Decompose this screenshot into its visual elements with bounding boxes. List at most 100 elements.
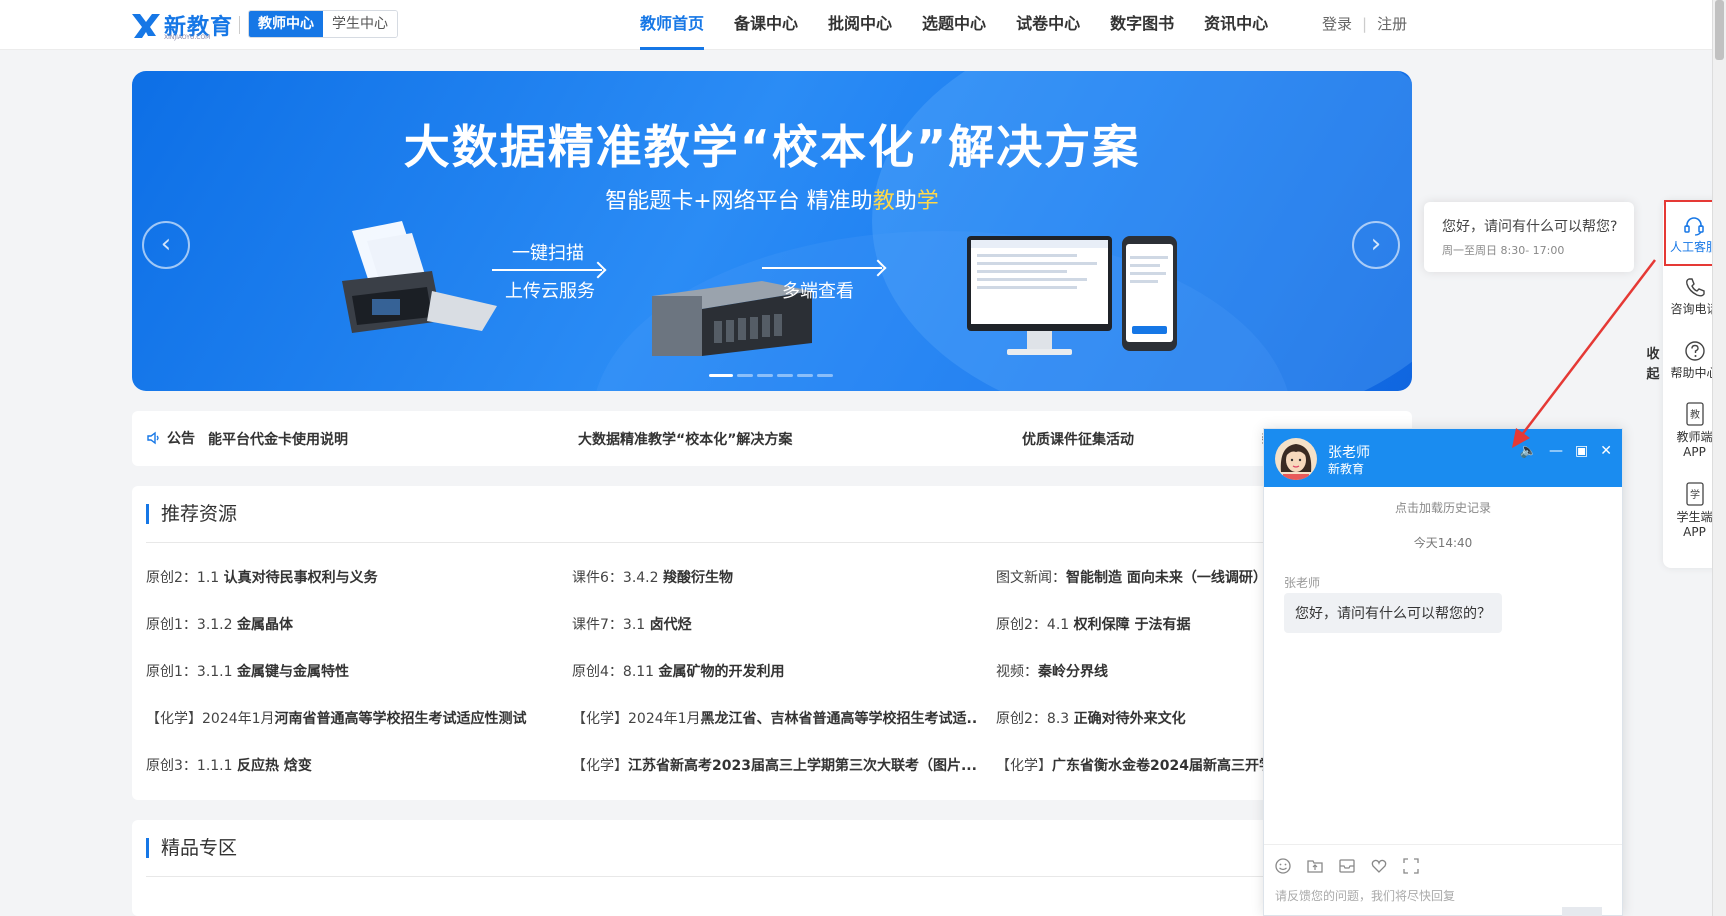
- sidebar-collapse-button[interactable]: 收起: [1644, 345, 1662, 385]
- resource-code: 原创1：3.1.1: [146, 664, 233, 680]
- emoji-icon[interactable]: [1274, 857, 1292, 875]
- chat-divider: [1264, 844, 1622, 845]
- register-link[interactable]: 注册: [1377, 0, 1407, 48]
- resource-code: 【化学】: [996, 758, 1052, 774]
- page-scrollbar[interactable]: [1712, 0, 1726, 916]
- resource-code: 原创2：1.1: [146, 570, 220, 586]
- sound-icon[interactable]: 🔈: [1520, 443, 1537, 459]
- maximize-icon[interactable]: ▣: [1575, 443, 1588, 459]
- banner-dot[interactable]: [797, 374, 813, 377]
- nav-prep-center[interactable]: 备课中心: [734, 0, 798, 50]
- card-divider: [146, 876, 1398, 877]
- chat-header: 张老师 新教育 🔈 — ▣ ✕: [1264, 429, 1622, 487]
- resource-title: 江苏省新高考2023届高三上学期第三次大联考（图片...: [628, 758, 977, 774]
- nav-paper-center[interactable]: 试卷中心: [1016, 0, 1080, 50]
- notice-bar: 公告 能平台代金卡使用说明 大数据精准教学“校本化”解决方案 优质课件征集活动 …: [132, 411, 1412, 466]
- resource-code: 【化学】2024年1月: [572, 711, 701, 727]
- chat-toolbar: [1274, 857, 1434, 875]
- resource-title: 羧酸衍生物: [662, 570, 733, 586]
- banner-dot[interactable]: [737, 374, 753, 377]
- resource-code: 课件7：3.1: [572, 617, 646, 633]
- screenshot-icon[interactable]: [1402, 857, 1420, 875]
- banner-dot[interactable]: [817, 374, 833, 377]
- resource-code: 原创2：4.1: [996, 617, 1070, 633]
- heart-icon[interactable]: [1370, 857, 1388, 875]
- resource-code: 原创1：3.1.2: [146, 617, 233, 633]
- nav-grading-center[interactable]: 批阅中心: [828, 0, 892, 50]
- resource-link[interactable]: 原创3：1.1.1 反应热 焓变: [146, 755, 546, 775]
- banner-dot[interactable]: [757, 374, 773, 377]
- tab-teacher-center[interactable]: 教师中心: [249, 11, 323, 37]
- banner-subtitle-b: 教: [872, 189, 895, 214]
- chat-controls: 🔈 — ▣ ✕: [1508, 443, 1612, 459]
- notice-label-text: 公告: [167, 431, 195, 447]
- notice-item[interactable]: 大数据精准教学“校本化”解决方案: [578, 429, 792, 449]
- headset-icon: [1684, 217, 1704, 236]
- logo-icon: [130, 10, 162, 40]
- role-switch: 教师中心 学生中心: [248, 10, 398, 38]
- message-box-icon[interactable]: [1338, 857, 1356, 875]
- teacher-app-glyph: 教: [1690, 408, 1700, 421]
- nav-question-center[interactable]: 选题中心: [922, 0, 986, 50]
- login-link[interactable]: 登录: [1322, 0, 1352, 48]
- card-divider: [146, 542, 1398, 543]
- resource-title: 金属晶体: [236, 617, 293, 633]
- hero-banner[interactable]: 大数据精准教学“校本化”解决方案 智能题卡+网络平台 精准助教助学 ‹ › 一键…: [132, 71, 1412, 391]
- phone-image: [1122, 236, 1177, 351]
- resource-link[interactable]: 原创1：3.1.1 金属键与金属特性: [146, 661, 546, 681]
- banner-subtitle-c: 助: [894, 189, 917, 214]
- resource-code: 视频：: [996, 664, 1038, 680]
- auth-links: 登录 | 注册: [1322, 0, 1407, 48]
- send-button[interactable]: [1562, 907, 1602, 916]
- flow-arrow-1: [492, 269, 602, 271]
- nav-news-center[interactable]: 资讯中心: [1204, 0, 1268, 50]
- banner-subtitle: 智能题卡+网络平台 精准助教助学: [132, 183, 1412, 215]
- resource-title: 正确对待外来文化: [1073, 711, 1186, 727]
- banner-dot[interactable]: [709, 374, 733, 377]
- sidebar-item-sublabel: APP: [1683, 525, 1706, 539]
- resource-title: 秦岭分界线: [1038, 664, 1108, 680]
- logo-subtext: XINJIAOYU.COM: [164, 34, 211, 41]
- resource-link[interactable]: 原创2：1.1 认真对待民事权利与义务: [146, 567, 546, 587]
- chat-timestamp: 今天14:40: [1413, 536, 1473, 550]
- sidebar-item-label: 学生端: [1676, 510, 1713, 524]
- chat-input[interactable]: 请反馈您的问题，我们将尽快回复: [1275, 887, 1455, 904]
- premium-card: 精品专区: [132, 820, 1412, 916]
- sidebar-item-sublabel: APP: [1683, 445, 1706, 459]
- help-icon: [1684, 341, 1705, 361]
- recommend-title: 推荐资源: [146, 504, 237, 524]
- banner-prev-button[interactable]: ‹: [142, 221, 190, 269]
- notice-item[interactable]: 能平台代金卡使用说明: [208, 429, 348, 449]
- resource-link[interactable]: 【化学】江苏省新高考2023届高三上学期第三次大联考（图片...: [572, 755, 977, 775]
- teacher-app-icon: 教: [1685, 402, 1704, 426]
- resource-link[interactable]: 原创1：3.1.2 金属晶体: [146, 614, 546, 634]
- banner-next-button[interactable]: ›: [1352, 221, 1400, 269]
- tab-student-center[interactable]: 学生中心: [323, 11, 397, 37]
- banner-subtitle-a: 智能题卡+网络平台 精准助: [605, 189, 873, 214]
- resource-link[interactable]: 【化学】2024年1月河南省普通高等学校招生考试适应性测试: [146, 708, 566, 728]
- nav-teacher-home[interactable]: 教师首页: [640, 0, 705, 50]
- flow-step2: 多端查看: [782, 281, 854, 302]
- banner-dot[interactable]: [777, 374, 793, 377]
- file-upload-icon[interactable]: [1306, 857, 1324, 875]
- resource-code: 【化学】: [572, 758, 628, 774]
- student-app-icon: 学: [1685, 482, 1704, 506]
- student-app-glyph: 学: [1690, 488, 1700, 501]
- load-history-link[interactable]: 点击加载历史记录: [1264, 499, 1622, 516]
- resource-link[interactable]: 课件7：3.1 卤代烃: [572, 614, 972, 634]
- resource-title: 河南省普通高等学校招生考试适应性测试: [274, 711, 527, 727]
- logo[interactable]: 新教育 XINJIAOYU.COM: [130, 9, 233, 41]
- banner-title: 大数据精准教学“校本化”解决方案: [403, 120, 1141, 174]
- resource-title: 广东省衡水金卷2024届新高三开学: [1052, 758, 1273, 774]
- resource-link[interactable]: 课件6：3.4.2 羧酸衍生物: [572, 567, 972, 587]
- resource-link[interactable]: 原创4：8.11 金属矿物的开发利用: [572, 661, 972, 681]
- resource-title: 卤代烃: [649, 617, 692, 633]
- notice-item[interactable]: 优质课件征集活动: [1022, 429, 1134, 449]
- sidebar-item-label: 教师端: [1676, 430, 1713, 444]
- close-icon[interactable]: ✕: [1600, 443, 1612, 459]
- nav-digital-books[interactable]: 数字图书: [1110, 0, 1174, 50]
- resource-link[interactable]: 【化学】2024年1月黑龙江省、吉林省普通高等学校招生考试适...: [572, 708, 977, 728]
- minimize-icon[interactable]: —: [1549, 443, 1563, 459]
- scrollbar-thumb[interactable]: [1715, 0, 1724, 60]
- auth-divider: |: [1362, 15, 1368, 33]
